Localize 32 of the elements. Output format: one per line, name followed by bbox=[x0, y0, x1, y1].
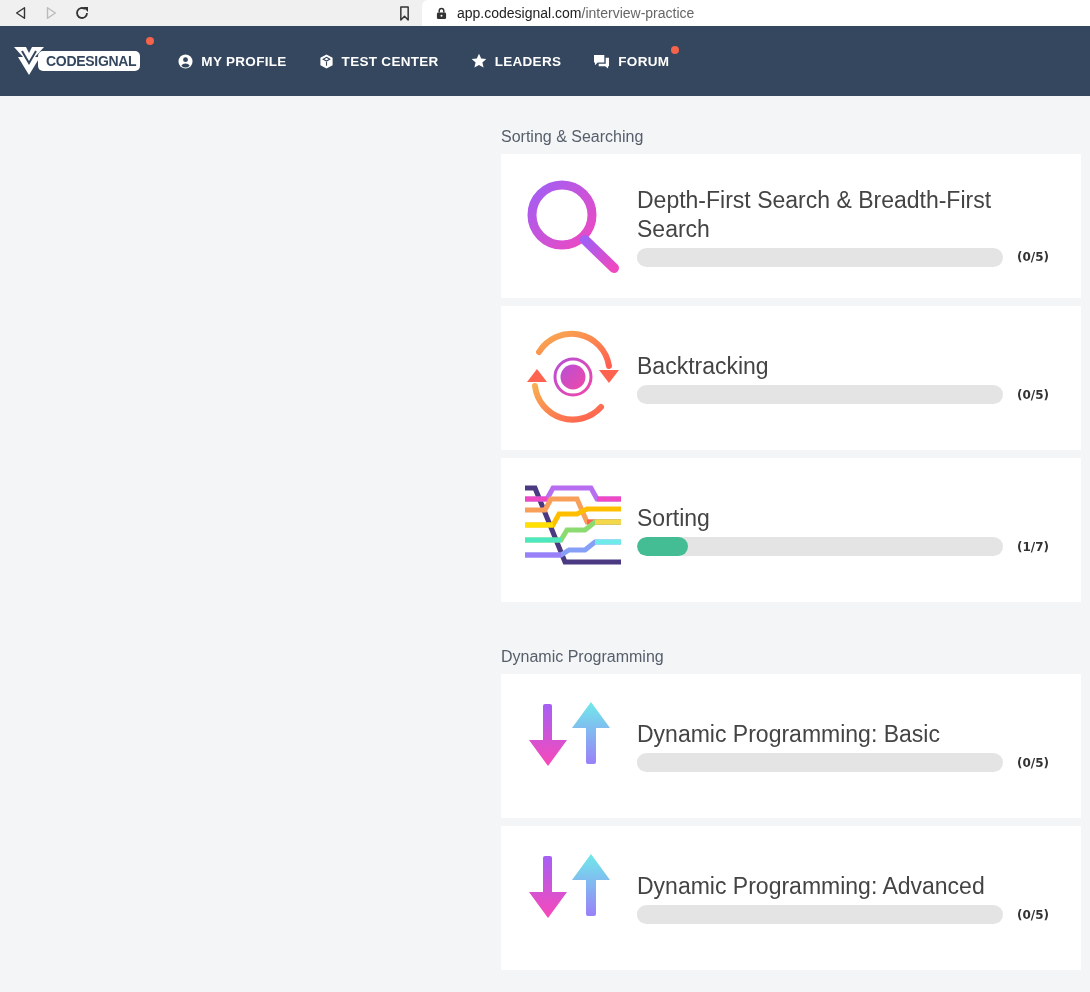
star-icon bbox=[470, 53, 487, 69]
topic-title: Depth-First Search & Breadth-First Search bbox=[637, 185, 993, 244]
progress-count: (0/5) bbox=[1016, 755, 1049, 770]
topic-title: Sorting bbox=[637, 504, 711, 533]
address-bar[interactable]: app.codesignal.com/interview-practice bbox=[422, 0, 1090, 26]
section-title: Dynamic Programming bbox=[501, 648, 665, 666]
circular-arrows-icon bbox=[525, 330, 621, 426]
cube-icon bbox=[318, 53, 334, 69]
lock-icon bbox=[436, 6, 447, 20]
nav-link[interactable]: TEST CENTER bbox=[318, 53, 439, 69]
progress-count: (0/5) bbox=[1016, 907, 1049, 922]
chat-icon bbox=[593, 53, 611, 69]
topic-title: Backtracking bbox=[637, 352, 770, 381]
topic-title: Dynamic Programming: Advanced bbox=[637, 872, 986, 901]
nav-link[interactable]: FORUM bbox=[593, 53, 670, 69]
magnifier-icon bbox=[525, 178, 621, 274]
nav-link[interactable]: LEADERS bbox=[470, 53, 562, 69]
progress-count: (0/5) bbox=[1016, 250, 1049, 264]
topic-title: Dynamic Programming: Basic bbox=[637, 720, 941, 749]
section-title: Sorting & Searching bbox=[501, 128, 645, 146]
topic-card[interactable]: Dynamic Programming: Basic (0/5) bbox=[501, 674, 1081, 818]
bookmark-icon[interactable] bbox=[399, 5, 410, 21]
topic-card[interactable]: Backtracking (0/5) bbox=[501, 306, 1081, 450]
profile-icon bbox=[178, 53, 194, 69]
nav-link[interactable]: MY PROFILE bbox=[178, 53, 287, 69]
progress-count: (1/7) bbox=[1016, 539, 1049, 554]
topic-card[interactable]: Dynamic Programming: Advanced (0/5) bbox=[501, 826, 1081, 970]
back-icon[interactable] bbox=[14, 5, 28, 21]
topic-card[interactable]: Sorting (1/7) bbox=[501, 458, 1081, 602]
reload-icon[interactable] bbox=[74, 5, 90, 21]
progress-count: (0/5) bbox=[1016, 387, 1049, 402]
topic-card[interactable]: Depth-First Search & Breadth-First Search (0/5) bbox=[501, 154, 1081, 298]
